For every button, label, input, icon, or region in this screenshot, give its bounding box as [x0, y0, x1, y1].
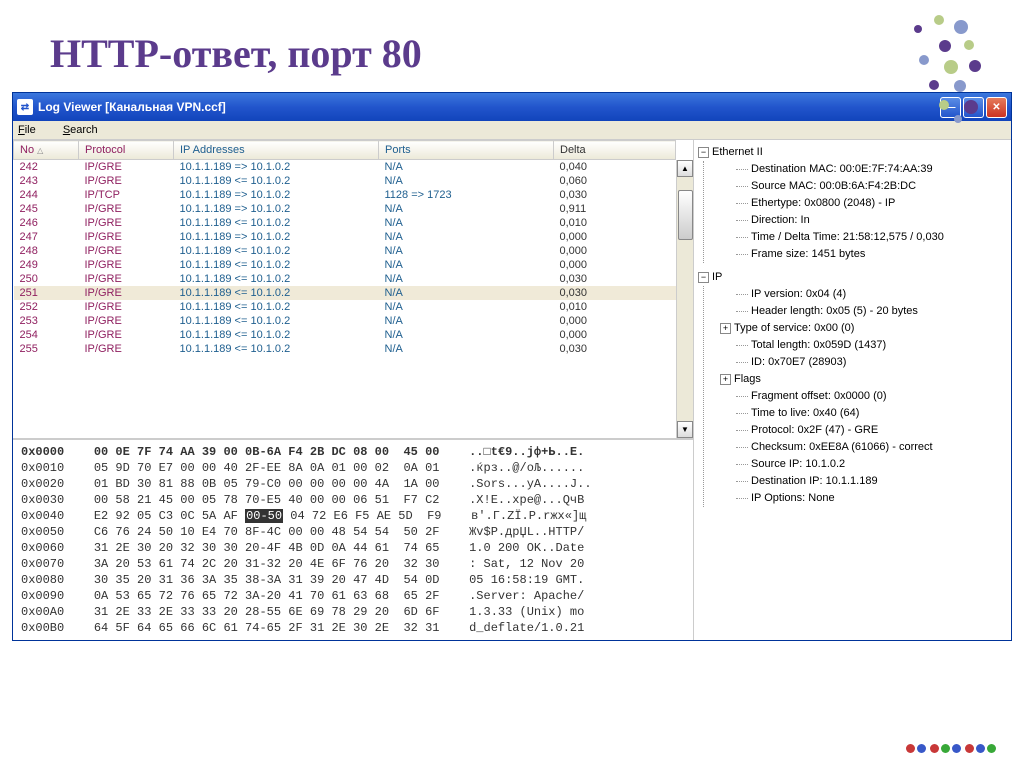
scroll-thumb[interactable]	[678, 190, 693, 240]
tree-leaf: Fragment offset: 0x0000 (0)	[720, 388, 1006, 405]
hex-row: 0x0040 E2 92 05 C3 0C 5A AF 00-50 04 72 …	[21, 508, 685, 524]
col-header-protocol[interactable]: Protocol	[79, 141, 174, 160]
tree-node[interactable]: −Ethernet II	[698, 144, 1006, 161]
table-row[interactable]: 243IP/GRE10.1.1.189 <= 10.1.0.2N/A0,060	[14, 174, 676, 188]
col-header-delta[interactable]: Delta	[554, 141, 676, 160]
menu-search[interactable]: Search	[63, 124, 110, 136]
tree-toggle-icon[interactable]: +	[720, 374, 731, 385]
page-heading: HTTP-ответ, порт 80	[0, 0, 1024, 92]
bottom-status-icons	[906, 744, 996, 753]
tree-leaf[interactable]: +Type of service: 0x00 (0)	[720, 320, 1006, 337]
tree-leaf: Source MAC: 00:0B:6A:F4:2B:DC	[720, 178, 1006, 195]
titlebar[interactable]: ⇄ Log Viewer [Канальная VPN.ccf] — □ ✕	[13, 93, 1011, 121]
tree-leaf: Direction: In	[720, 212, 1006, 229]
hex-row: 0x0030 00 58 21 45 00 05 78 70-E5 40 00 …	[21, 492, 685, 508]
tree-leaf: Total length: 0x059D (1437)	[720, 337, 1006, 354]
window-title: Log Viewer [Канальная VPN.ccf]	[38, 100, 940, 114]
table-row[interactable]: 249IP/GRE10.1.1.189 <= 10.1.0.2N/A0,000	[14, 258, 676, 272]
table-row[interactable]: 245IP/GRE10.1.1.189 => 10.1.0.2N/A0,911	[14, 202, 676, 216]
table-row[interactable]: 250IP/GRE10.1.1.189 <= 10.1.0.2N/A0,030	[14, 272, 676, 286]
table-row[interactable]: 244IP/TCP10.1.1.189 => 10.1.0.21128 => 1…	[14, 188, 676, 202]
hex-row: 0x0010 05 9D 70 E7 00 00 40 2F-EE 8A 0A …	[21, 460, 685, 476]
table-row[interactable]: 242IP/GRE10.1.1.189 => 10.1.0.2N/A0,040	[14, 160, 676, 175]
tree-leaf: Destination MAC: 00:0E:7F:74:AA:39	[720, 161, 1006, 178]
hex-row: 0x0020 01 BD 30 81 88 0B 05 79-C0 00 00 …	[21, 476, 685, 492]
hex-dump-panel: 0x0000 00 0E 7F 74 AA 39 00 0B-6A F4 2B …	[13, 440, 693, 640]
decoration-dots	[884, 15, 1004, 135]
scroll-up-icon[interactable]: ▲	[677, 160, 693, 177]
tree-leaf: Frame size: 1451 bytes	[720, 246, 1006, 263]
col-header-ports[interactable]: Ports	[379, 141, 554, 160]
app-icon: ⇄	[17, 99, 33, 115]
scroll-down-icon[interactable]: ▼	[677, 421, 693, 438]
tree-leaf: Checksum: 0xEE8A (61066) - correct	[720, 439, 1006, 456]
tree-leaf: Ethertype: 0x0800 (2048) - IP	[720, 195, 1006, 212]
tree-leaf: ID: 0x70E7 (28903)	[720, 354, 1006, 371]
tree-toggle-icon[interactable]: +	[720, 323, 731, 334]
table-row[interactable]: 251IP/GRE10.1.1.189 <= 10.1.0.2N/A0,030	[14, 286, 676, 300]
hex-row: 0x0050 C6 76 24 50 10 E4 70 8F-4C 00 00 …	[21, 524, 685, 540]
log-viewer-window: ⇄ Log Viewer [Канальная VPN.ccf] — □ ✕ F…	[12, 92, 1012, 641]
menubar: File Search	[13, 121, 1011, 140]
hex-row: 0x00B0 64 5F 64 65 66 6C 61 74-65 2F 31 …	[21, 620, 685, 636]
tree-leaf: IP Options: None	[720, 490, 1006, 507]
table-row[interactable]: 246IP/GRE10.1.1.189 <= 10.1.0.2N/A0,010	[14, 216, 676, 230]
hex-row: 0x0080 30 35 20 31 36 3A 35 38-3A 31 39 …	[21, 572, 685, 588]
tree-leaf: Destination IP: 10.1.1.189	[720, 473, 1006, 490]
hex-row: 0x00A0 31 2E 33 2E 33 33 20 28-55 6E 69 …	[21, 604, 685, 620]
packet-details-tree: −Ethernet IIDestination MAC: 00:0E:7F:74…	[693, 140, 1008, 640]
packet-table-container: No△ Protocol IP Addresses Ports Delta 24…	[13, 140, 693, 440]
hex-row: 0x0000 00 0E 7F 74 AA 39 00 0B-6A F4 2B …	[21, 444, 685, 460]
hex-row: 0x0060 31 2E 30 20 32 30 30 20-4F 4B 0D …	[21, 540, 685, 556]
table-row[interactable]: 252IP/GRE10.1.1.189 <= 10.1.0.2N/A0,010	[14, 300, 676, 314]
tree-leaf: Header length: 0x05 (5) - 20 bytes	[720, 303, 1006, 320]
table-row[interactable]: 247IP/GRE10.1.1.189 => 10.1.0.2N/A0,000	[14, 230, 676, 244]
tree-toggle-icon[interactable]: −	[698, 147, 709, 158]
tree-leaf: Time to live: 0x40 (64)	[720, 405, 1006, 422]
hex-row: 0x0090 0A 53 65 72 76 65 72 3A-20 41 70 …	[21, 588, 685, 604]
tree-leaf[interactable]: +Flags	[720, 371, 1006, 388]
tree-leaf: Time / Delta Time: 21:58:12,575 / 0,030	[720, 229, 1006, 246]
col-header-no[interactable]: No△	[14, 141, 79, 160]
hex-row: 0x0070 3A 20 53 61 74 2C 20 31-32 20 4E …	[21, 556, 685, 572]
table-row[interactable]: 253IP/GRE10.1.1.189 <= 10.1.0.2N/A0,000	[14, 314, 676, 328]
tree-leaf: IP version: 0x04 (4)	[720, 286, 1006, 303]
col-header-ip[interactable]: IP Addresses	[174, 141, 379, 160]
tree-node[interactable]: −IP	[698, 269, 1006, 286]
table-row[interactable]: 254IP/GRE10.1.1.189 <= 10.1.0.2N/A0,000	[14, 328, 676, 342]
packet-table[interactable]: No△ Protocol IP Addresses Ports Delta 24…	[13, 140, 676, 356]
tree-leaf: Protocol: 0x2F (47) - GRE	[720, 422, 1006, 439]
table-row[interactable]: 255IP/GRE10.1.1.189 <= 10.1.0.2N/A0,030	[14, 342, 676, 356]
tree-leaf: Source IP: 10.1.0.2	[720, 456, 1006, 473]
menu-file[interactable]: File	[18, 124, 48, 136]
table-scrollbar[interactable]: ▲ ▼	[676, 160, 693, 438]
tree-toggle-icon[interactable]: −	[698, 272, 709, 283]
table-row[interactable]: 248IP/GRE10.1.1.189 <= 10.1.0.2N/A0,000	[14, 244, 676, 258]
